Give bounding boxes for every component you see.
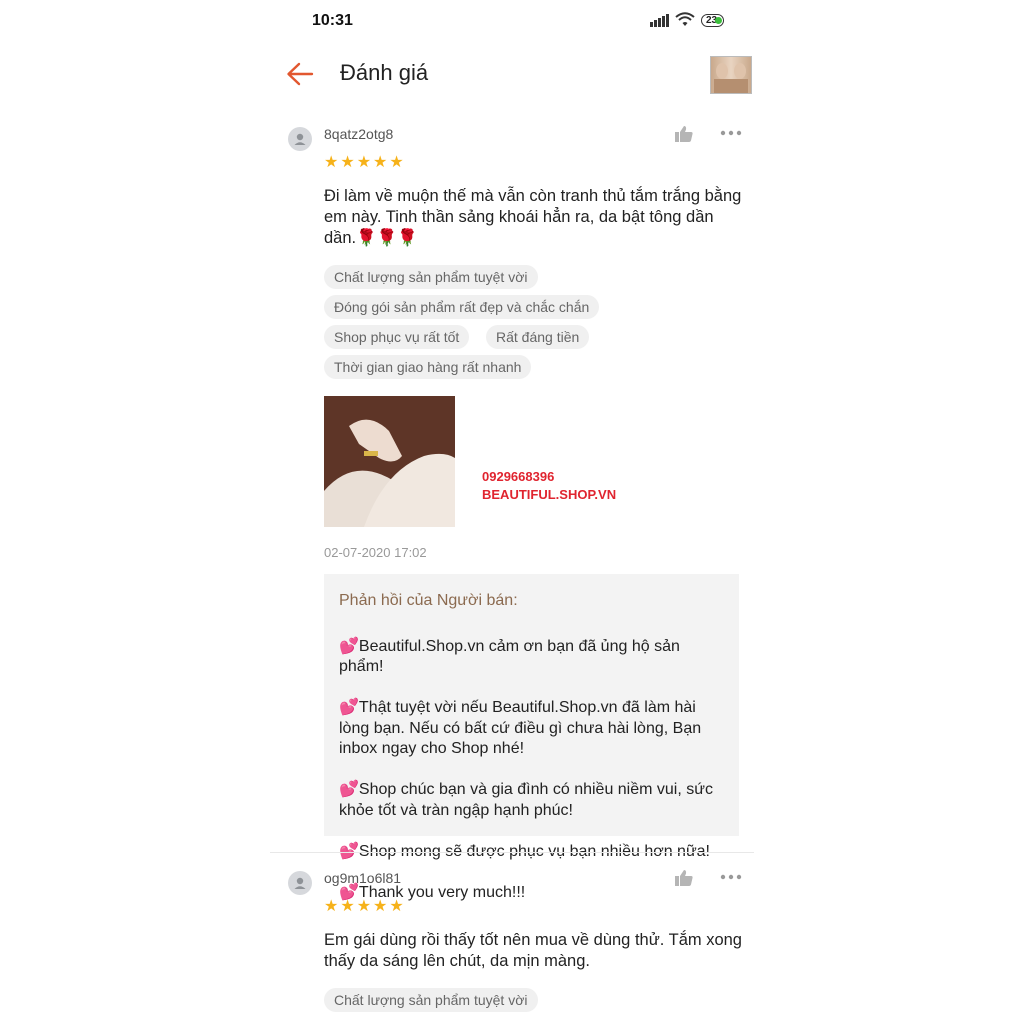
- seller-reply-title: Phản hồi của Người bán:: [339, 592, 518, 609]
- thumbs-up-icon: [675, 870, 693, 886]
- review-username: og9m1o6l81: [324, 870, 402, 886]
- more-horizontal-icon: [720, 130, 742, 136]
- user-icon: [294, 133, 306, 145]
- page-title: Đánh giá: [340, 60, 429, 85]
- product-thumbnail[interactable]: [710, 56, 752, 94]
- user-icon: [294, 877, 306, 889]
- like-button[interactable]: [674, 869, 694, 892]
- review-tag: Thời gian giao hàng rất nhanh: [324, 355, 532, 379]
- overlay-site: BEAUTIFUL.SHOP.VN: [482, 487, 617, 502]
- battery-icon: 23: [701, 13, 725, 27]
- seller-reply-line: 💕Shop chúc bạn và gia đình có nhiều niềm…: [339, 781, 713, 819]
- review-tag: Rất đáng tiền: [486, 325, 590, 349]
- review-text: Đi làm về muộn thế mà vẫn còn tranh thủ …: [324, 187, 742, 247]
- status-time: 10:31: [312, 12, 353, 29]
- wifi-icon: [675, 12, 695, 26]
- back-button[interactable]: [284, 60, 316, 88]
- seller-reply: Phản hồi của Người bán: 💕Beautiful.Shop.…: [324, 574, 739, 901]
- more-options-button[interactable]: [720, 126, 742, 144]
- thumbs-up-icon: [675, 126, 693, 142]
- more-horizontal-icon: [720, 874, 742, 880]
- status-icons: 23: [650, 12, 725, 28]
- star-rating: ★★★★★: [324, 898, 406, 915]
- review-date: 02-07-2020 17:02: [324, 545, 427, 560]
- arrow-left-icon: [287, 62, 314, 86]
- review-tag: Chất lượng sản phẩm tuyệt vời: [324, 265, 538, 289]
- review-tag: Đóng gói sản phẩm rất đẹp và chắc chắn: [324, 295, 600, 319]
- avatar: [288, 871, 312, 895]
- review-username: 8qatz2otg8: [324, 126, 394, 142]
- seller-reply-line: 💕Beautiful.Shop.vn cảm ơn bạn đã ủng hộ …: [339, 637, 680, 676]
- review-text: Em gái dùng rồi thấy tốt nên mua về dùng…: [324, 931, 742, 970]
- like-button[interactable]: [674, 125, 694, 148]
- avatar: [288, 127, 312, 151]
- signal-icon: [650, 13, 669, 27]
- star-rating: ★★★★★: [324, 154, 406, 171]
- review-tag: Chất lượng sản phẩm tuyệt vời: [324, 988, 538, 1012]
- seller-reply-line: 💕Thật tuyệt vời nếu Beautiful.Shop.vn đã…: [339, 699, 702, 757]
- review-divider: [270, 852, 754, 853]
- overlay-phone: 0929668396: [482, 469, 555, 484]
- product-image: [714, 63, 748, 93]
- review-photo[interactable]: [324, 396, 455, 527]
- more-options-button[interactable]: [720, 870, 742, 888]
- review-tag: Shop phục vụ rất tốt: [324, 325, 470, 349]
- review-photo-image: [324, 396, 455, 527]
